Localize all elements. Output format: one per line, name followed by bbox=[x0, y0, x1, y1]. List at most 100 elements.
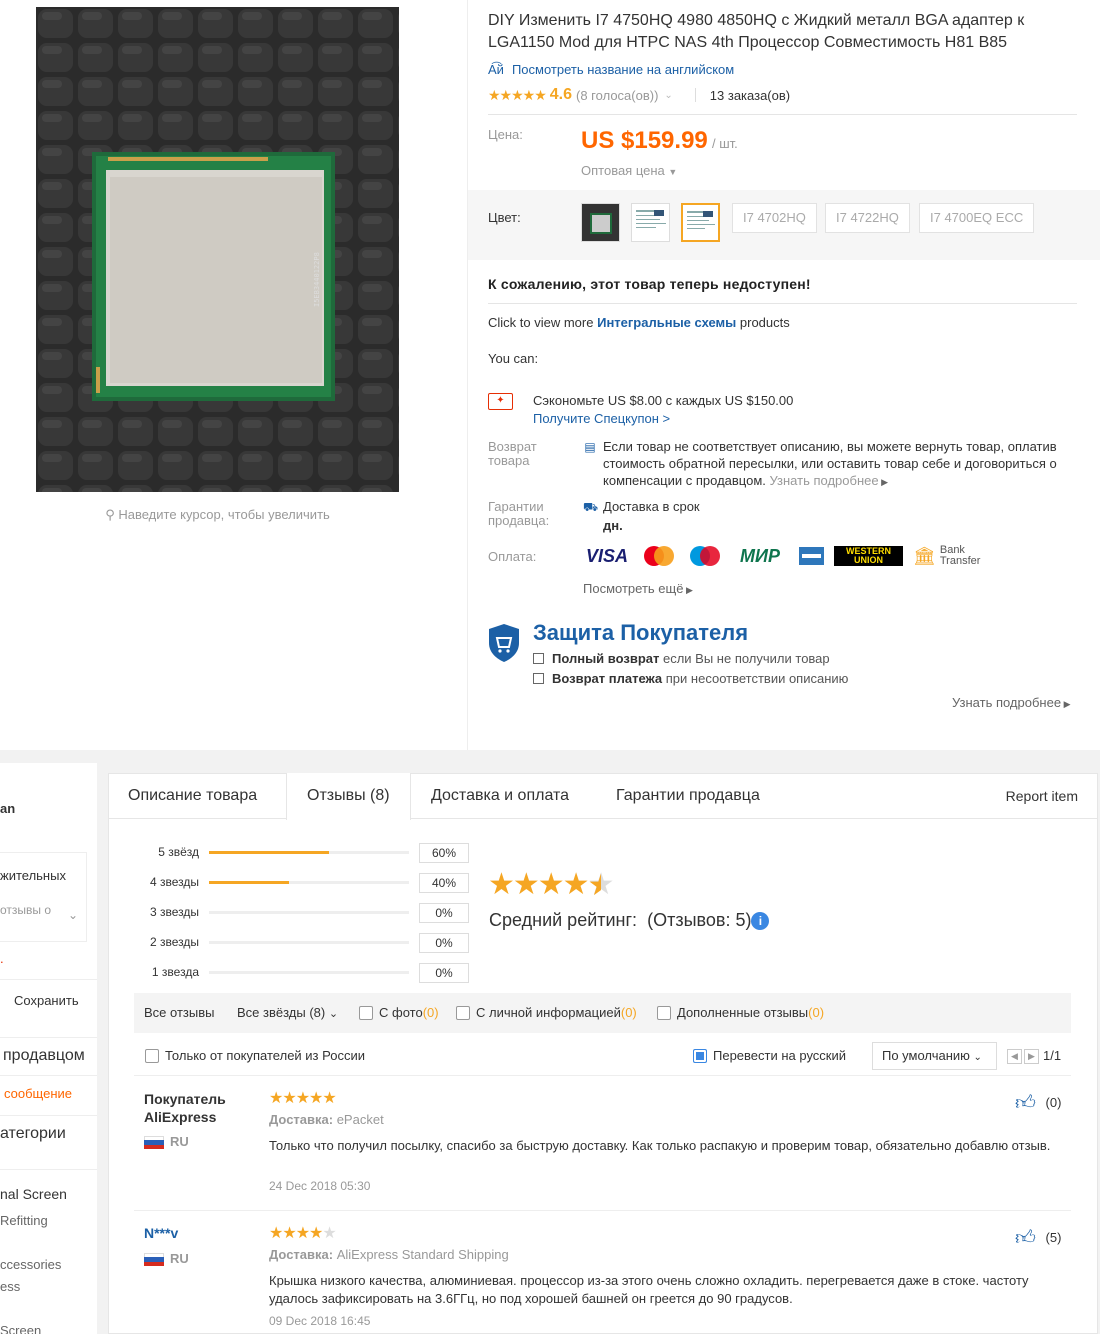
helpful-button[interactable]: 👍︎ (5) bbox=[1015, 1226, 1061, 1250]
page-indicator: 1/1 bbox=[1043, 1048, 1062, 1063]
color-swatch-3-selected[interactable] bbox=[681, 203, 720, 242]
category-item[interactable]: ess bbox=[0, 1279, 20, 1294]
more-prefix: Click to view more bbox=[488, 315, 594, 330]
review-text: Крышка низкого качества, алюминиевая. пр… bbox=[269, 1273, 1029, 1306]
you-can-label: You can: bbox=[488, 351, 539, 366]
see-more-payments[interactable]: Посмотреть ещё ▶ bbox=[583, 581, 693, 596]
guarantee-label: Гарантии продавца: bbox=[488, 499, 550, 528]
review-delivery: Доставка: AliExpress Standard Shipping bbox=[269, 1247, 509, 1262]
swatch-doc-icon bbox=[683, 205, 718, 240]
svg-text:I5EB3440122P8: I5EB3440122P8 bbox=[313, 252, 321, 307]
rating-row-label[interactable]: 4 звезды bbox=[137, 875, 199, 889]
filter-with-info[interactable]: С личной информацией(0) bbox=[456, 993, 637, 1033]
rating-row-label[interactable]: 1 звезда bbox=[137, 965, 199, 979]
color-option-2[interactable]: I7 4722HQ bbox=[825, 203, 910, 233]
cpu-photo: I5EB3440122P8 bbox=[36, 7, 399, 492]
rating-row-label[interactable]: 5 звёзд bbox=[137, 845, 199, 859]
tab-reviews[interactable]: Отзывы (8) bbox=[286, 773, 411, 820]
reviewer-name[interactable]: N***v bbox=[144, 1224, 178, 1242]
feedback-box bbox=[0, 852, 87, 942]
translate-title-link[interactable]: A͡й Посмотреть название на английском bbox=[488, 62, 734, 77]
coupon-text: Сэкономьте US $8.00 с каждых US $150.00 bbox=[533, 393, 794, 408]
protection-2-bold: Возврат платежа bbox=[552, 671, 663, 686]
protection-item-2: Возврат платежа при несоответствии описа… bbox=[533, 671, 848, 686]
tab-description[interactable]: Описание товара bbox=[108, 773, 277, 819]
translate-label: Перевести на русский bbox=[713, 1048, 847, 1063]
review-delivery: Доставка: ePacket bbox=[269, 1112, 384, 1127]
color-label: Цвет: bbox=[488, 210, 521, 225]
avg-count: (Отзывов: 5) bbox=[647, 910, 752, 930]
color-swatch-2[interactable] bbox=[631, 203, 670, 242]
send-message-link[interactable]: сообщение bbox=[4, 1086, 72, 1101]
rating-stars: ★★★★★ bbox=[488, 86, 547, 103]
tab-seller-guarantees[interactable]: Гарантии продавца bbox=[596, 773, 780, 819]
swatch-doc-icon bbox=[632, 204, 669, 241]
checkbox[interactable] bbox=[145, 1049, 159, 1063]
divider bbox=[488, 114, 1077, 115]
category-item[interactable]: nal Screen bbox=[0, 1186, 67, 1202]
next-page-button[interactable]: ▶ bbox=[1024, 1049, 1039, 1064]
checkbox[interactable] bbox=[359, 1006, 373, 1020]
rating-percent: 0% bbox=[419, 933, 469, 953]
truck-icon: ⛟ bbox=[583, 500, 599, 514]
filter-additional[interactable]: Дополненные отзывы(0) bbox=[657, 993, 824, 1033]
report-item-link[interactable]: Report item bbox=[1006, 773, 1078, 819]
rating-bar bbox=[209, 881, 409, 884]
return-learn-more-link[interactable]: Узнать подробнее bbox=[770, 473, 879, 488]
wholesale-price-toggle[interactable]: Оптовая цена ▼ bbox=[581, 163, 677, 178]
votes-link[interactable]: (8 голоса(ов)) bbox=[576, 88, 658, 103]
price-unit: / шт. bbox=[712, 136, 738, 151]
filter-all-stars-select[interactable]: Все звёзды (8) ⌄ bbox=[237, 993, 338, 1033]
translate-toggle[interactable]: Перевести на русский bbox=[693, 1045, 846, 1067]
category-item[interactable]: Screen bbox=[0, 1323, 41, 1334]
zoom-hint: ⚲ Наведите курсор, чтобы увеличить bbox=[36, 507, 399, 523]
with-info-label: С личной информацией bbox=[476, 1005, 621, 1020]
rating-row-label[interactable]: 3 звезды bbox=[137, 905, 199, 919]
divider bbox=[0, 979, 97, 980]
divider bbox=[134, 1210, 1071, 1211]
category-link[interactable]: Интегральные схемы bbox=[597, 315, 736, 330]
filter-with-photo[interactable]: С фото(0) bbox=[359, 993, 439, 1033]
caret-right-icon: ▶ bbox=[878, 477, 889, 487]
russia-only-label: Только от покупателей из России bbox=[165, 1048, 365, 1063]
filter-all-reviews[interactable]: Все отзывы bbox=[144, 993, 214, 1033]
rating-bar bbox=[209, 971, 409, 974]
color-option-1[interactable]: I7 4702HQ bbox=[732, 203, 817, 233]
review-date: 24 Dec 2018 05:30 bbox=[269, 1179, 371, 1193]
maestro-icon bbox=[687, 545, 723, 567]
reviewer-country: RU bbox=[170, 1251, 189, 1266]
tab-shipping[interactable]: Доставка и оплата bbox=[411, 773, 589, 819]
protection-learn-more-link[interactable]: Узнать подробнее ▶ bbox=[952, 695, 1071, 710]
product-title: DIY Изменить I7 4750HQ 4980 4850HQ с Жид… bbox=[488, 12, 1025, 51]
helpful-button[interactable]: 👍︎ (0) bbox=[1015, 1091, 1061, 1115]
get-coupon-link[interactable]: Получите Спецкупон > bbox=[533, 411, 670, 426]
product-main-image[interactable]: I5EB3440122P8 bbox=[36, 7, 399, 492]
checkbox[interactable] bbox=[657, 1006, 671, 1020]
checkbox-checked[interactable] bbox=[693, 1049, 707, 1063]
review-stars: ★★★★★ bbox=[269, 1090, 337, 1107]
chevron-down-icon[interactable]: ⌄ bbox=[664, 90, 672, 101]
likes-count: (5) bbox=[1045, 1230, 1062, 1245]
delivery-label: Доставка: bbox=[269, 1247, 334, 1262]
wholesale-label: Оптовая цена bbox=[581, 163, 665, 178]
category-item[interactable]: ccessories bbox=[0, 1257, 61, 1272]
avg-label: Средний рейтинг: bbox=[489, 910, 638, 930]
coupon-icon: ✦ bbox=[488, 393, 513, 410]
divider bbox=[0, 1169, 97, 1170]
rating-row-label[interactable]: 2 звезды bbox=[137, 935, 199, 949]
thumbs-up-icon: 👍︎ bbox=[1015, 1092, 1036, 1114]
filter-russia-only[interactable]: Только от покупателей из России bbox=[145, 1045, 365, 1067]
checkbox[interactable] bbox=[456, 1006, 470, 1020]
sort-select[interactable]: По умолчанию ⌄ bbox=[872, 1042, 997, 1070]
check-icon bbox=[533, 653, 544, 664]
column-divider bbox=[467, 0, 468, 750]
rating-bar bbox=[209, 941, 409, 944]
color-option-3[interactable]: I7 4700EQ ECC bbox=[919, 203, 1035, 233]
prev-page-button[interactable]: ◀ bbox=[1007, 1049, 1022, 1064]
color-swatch-1[interactable] bbox=[581, 203, 620, 242]
buyer-protection-title: Защита Покупателя bbox=[533, 620, 749, 645]
info-icon[interactable]: i bbox=[751, 912, 770, 930]
save-store-button[interactable]: Сохранить bbox=[14, 993, 79, 1008]
category-item[interactable]: Refitting bbox=[0, 1213, 48, 1228]
chevron-down-icon[interactable]: ⌄ bbox=[68, 908, 78, 922]
